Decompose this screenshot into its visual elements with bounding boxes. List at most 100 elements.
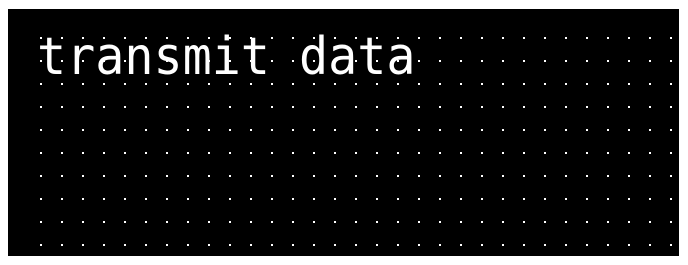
- grid-dot: [397, 106, 399, 108]
- grid-dot: [166, 106, 168, 108]
- grid-dot: [187, 244, 189, 246]
- grid-dot: [544, 152, 546, 154]
- grid-dot: [544, 37, 546, 39]
- grid-dot: [565, 244, 567, 246]
- grid-dot: [439, 106, 441, 108]
- grid-dot: [313, 106, 315, 108]
- grid-dot: [355, 221, 357, 223]
- grid-dot: [628, 152, 630, 154]
- grid-dot: [103, 198, 105, 200]
- grid-dot: [502, 175, 504, 177]
- grid-dot: [670, 221, 672, 223]
- grid-dot: [103, 221, 105, 223]
- grid-dot: [628, 198, 630, 200]
- grid-dot: [82, 244, 84, 246]
- grid-dot: [292, 129, 294, 131]
- grid-dot: [124, 244, 126, 246]
- grid-dot: [649, 83, 651, 85]
- grid-dot: [208, 106, 210, 108]
- grid-dot: [481, 221, 483, 223]
- grid-dot: [439, 37, 441, 39]
- grid-dot: [628, 244, 630, 246]
- grid-dot: [334, 221, 336, 223]
- grid-dot: [544, 129, 546, 131]
- grid-dot: [271, 129, 273, 131]
- grid-dot: [250, 198, 252, 200]
- grid-dot: [439, 198, 441, 200]
- grid-dot: [607, 175, 609, 177]
- grid-dot: [355, 244, 357, 246]
- grid-dot: [187, 175, 189, 177]
- grid-dot: [334, 175, 336, 177]
- grid-dot: [292, 244, 294, 246]
- grid-dot: [124, 152, 126, 154]
- grid-dot: [523, 198, 525, 200]
- grid-dot: [397, 129, 399, 131]
- grid-dot: [166, 152, 168, 154]
- grid-dot: [208, 221, 210, 223]
- grid-dot: [670, 175, 672, 177]
- grid-dot: [376, 152, 378, 154]
- grid-dot: [460, 221, 462, 223]
- grid-dot: [502, 221, 504, 223]
- grid-dot: [376, 221, 378, 223]
- grid-dot: [649, 106, 651, 108]
- grid-dot: [670, 152, 672, 154]
- grid-dot: [439, 152, 441, 154]
- grid-dot: [607, 60, 609, 62]
- grid-dot: [439, 60, 441, 62]
- grid-dot: [334, 198, 336, 200]
- grid-dot: [628, 221, 630, 223]
- grid-dot: [250, 244, 252, 246]
- grid-dot: [670, 198, 672, 200]
- grid-dot: [187, 221, 189, 223]
- grid-dot: [586, 83, 588, 85]
- grid-dot: [355, 129, 357, 131]
- grid-dot: [586, 175, 588, 177]
- grid-dot: [355, 198, 357, 200]
- grid-dot: [607, 129, 609, 131]
- grid-dot: [145, 221, 147, 223]
- grid-dot: [460, 198, 462, 200]
- grid-dot: [208, 175, 210, 177]
- grid-dot: [649, 175, 651, 177]
- grid-dot: [397, 152, 399, 154]
- grid-dot: [586, 198, 588, 200]
- grid-dot: [229, 129, 231, 131]
- grid-dot: [628, 175, 630, 177]
- lcd-display: transmit data: [8, 9, 679, 256]
- grid-dot: [271, 221, 273, 223]
- grid-dot: [376, 198, 378, 200]
- grid-dot: [271, 175, 273, 177]
- grid-dot: [355, 106, 357, 108]
- grid-dot: [544, 221, 546, 223]
- grid-dot: [460, 175, 462, 177]
- grid-dot: [649, 129, 651, 131]
- grid-dot: [376, 129, 378, 131]
- grid-dot: [418, 221, 420, 223]
- grid-dot: [649, 60, 651, 62]
- grid-dot: [166, 198, 168, 200]
- grid-dot: [439, 83, 441, 85]
- grid-dot: [565, 175, 567, 177]
- grid-dot: [376, 175, 378, 177]
- grid-dot: [523, 83, 525, 85]
- grid-dot: [565, 129, 567, 131]
- grid-dot: [61, 175, 63, 177]
- grid-dot: [418, 60, 420, 62]
- grid-dot: [565, 221, 567, 223]
- grid-dot: [586, 106, 588, 108]
- grid-dot: [481, 244, 483, 246]
- grid-dot: [208, 198, 210, 200]
- grid-dot: [292, 106, 294, 108]
- grid-dot: [40, 106, 42, 108]
- grid-dot: [103, 244, 105, 246]
- grid-dot: [481, 83, 483, 85]
- grid-dot: [271, 244, 273, 246]
- grid-dot: [334, 244, 336, 246]
- grid-dot: [649, 198, 651, 200]
- grid-dot: [61, 129, 63, 131]
- grid-dot: [649, 221, 651, 223]
- grid-dot: [460, 37, 462, 39]
- grid-dot: [292, 198, 294, 200]
